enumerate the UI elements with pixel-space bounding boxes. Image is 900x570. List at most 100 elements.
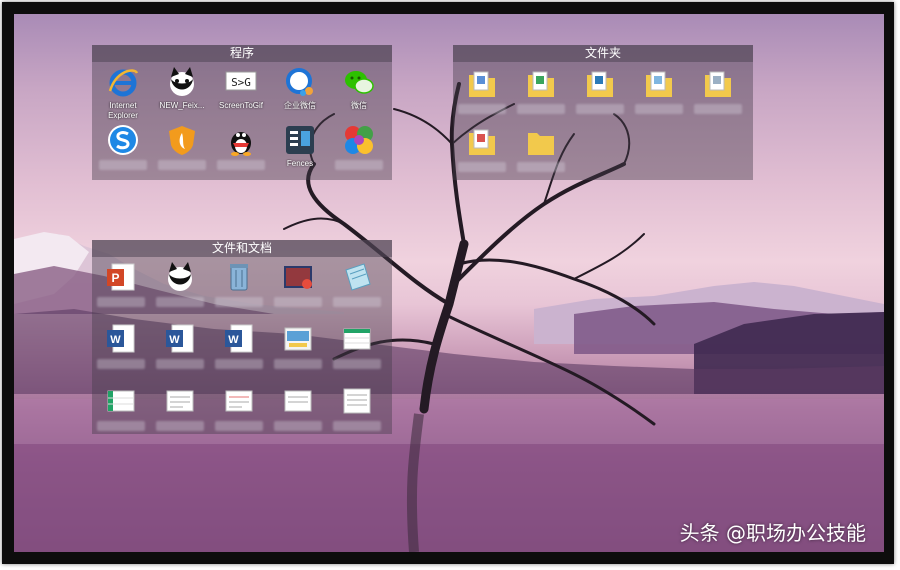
fences-shortcut[interactable]: Fences [271, 123, 329, 169]
blurred-label [156, 297, 204, 307]
screentogif-shortcut[interactable]: S>G ScreenToGif [212, 65, 270, 111]
spreadsheet-icon [343, 328, 371, 350]
blurred-label [576, 104, 624, 114]
svg-text:W: W [169, 334, 180, 346]
document-file[interactable] [210, 384, 268, 431]
folder-shortcut[interactable] [512, 125, 570, 172]
document-icon [225, 390, 253, 412]
folder-shortcut[interactable] [453, 67, 511, 114]
powerpoint-file[interactable]: P [92, 260, 150, 307]
recycle-bin[interactable] [210, 260, 268, 307]
internet-explorer-shortcut[interactable]: Internet Explorer [94, 65, 152, 121]
document-file[interactable] [151, 384, 209, 431]
svg-text:W: W [110, 334, 121, 346]
document-file[interactable] [328, 384, 386, 431]
blurred-label [517, 104, 565, 114]
fence-title[interactable]: 文件和文档 [92, 240, 392, 257]
qq-icon [231, 132, 251, 156]
icon-label: Fences [286, 159, 314, 168]
blurred-label [217, 160, 265, 170]
pinwheel-icon [345, 126, 373, 154]
notepad-file[interactable] [328, 260, 386, 307]
svg-text:P: P [111, 271, 119, 285]
blurred-label [215, 359, 263, 369]
spreadsheet-file[interactable] [92, 384, 150, 431]
blurred-label [694, 104, 742, 114]
ie-icon [108, 69, 139, 97]
fence-title[interactable]: 程序 [92, 45, 392, 62]
fence-folders[interactable]: 文件夹 [453, 45, 753, 180]
blurred-label [635, 104, 683, 114]
blurred-label [517, 162, 565, 172]
icon-label: NEW_Feix... [159, 101, 205, 110]
blurred-label [156, 359, 204, 369]
recycle-bin-icon [230, 264, 248, 291]
blurred-label [274, 359, 322, 369]
folder-icon [528, 71, 554, 97]
folder-icon [469, 71, 495, 97]
screentogif-icon: S>G [225, 71, 257, 91]
folder-shortcut[interactable] [512, 67, 570, 114]
icon-label: Internet Explorer [108, 101, 138, 120]
word-doc-icon: W [225, 324, 253, 353]
folder-shortcut[interactable] [630, 67, 688, 114]
word-document[interactable]: W [92, 322, 150, 369]
blurred-label [333, 297, 381, 307]
document-icon [284, 327, 312, 351]
fence-title[interactable]: 文件夹 [453, 45, 753, 62]
feixin-shortcut[interactable]: NEW_Feix... [153, 65, 211, 111]
sogou-icon [108, 125, 138, 155]
blurred-label [158, 160, 206, 170]
security-app-shortcut[interactable] [153, 123, 211, 170]
icon-label: 微信 [351, 101, 367, 110]
blurred-label [335, 160, 383, 170]
svg-text:W: W [228, 334, 239, 346]
blurred-label [156, 421, 204, 431]
fence-files-and-documents[interactable]: 文件和文档 P W W W [92, 240, 392, 434]
folder-shortcut[interactable] [689, 67, 747, 114]
word-doc-icon: W [107, 324, 135, 353]
word-document[interactable]: W [210, 322, 268, 369]
image-file[interactable] [269, 260, 327, 307]
sogou-shortcut[interactable] [94, 123, 152, 170]
cat-app-file[interactable] [151, 260, 209, 307]
blurred-label [215, 421, 263, 431]
qq-shortcut[interactable] [212, 123, 270, 170]
folder-shortcut[interactable] [571, 67, 629, 114]
document-file[interactable] [269, 384, 327, 431]
blurred-label [274, 421, 322, 431]
document-icon [284, 390, 312, 412]
shield-app-icon [169, 126, 195, 155]
pinwheel-app-shortcut[interactable] [330, 123, 388, 170]
folder-icon [528, 133, 554, 155]
blurred-label [99, 160, 147, 170]
word-document[interactable]: W [151, 322, 209, 369]
blurred-label [333, 421, 381, 431]
watermark: 头条 @职场办公技能 [679, 521, 866, 545]
document-file[interactable] [269, 322, 327, 369]
image-file-icon [284, 266, 312, 289]
spreadsheet-icon [107, 390, 135, 412]
fence-programs[interactable]: 程序 Internet Explorer NEW_Feix... S>G Scr… [92, 45, 392, 180]
wecom-icon [286, 68, 313, 96]
word-doc-icon: W [166, 324, 194, 353]
cat-app-icon [168, 262, 192, 291]
wechat-icon [345, 71, 374, 94]
powerpoint-icon: P [107, 263, 135, 291]
blurred-label [274, 297, 322, 307]
desktop[interactable]: 程序 Internet Explorer NEW_Feix... S>G Scr… [14, 14, 884, 552]
cat-app-icon [170, 67, 194, 96]
blurred-label [215, 297, 263, 307]
folder-shortcut[interactable] [453, 125, 511, 172]
wecom-shortcut[interactable]: 企业微信 [271, 65, 329, 111]
icon-label: 企业微信 [284, 101, 316, 110]
blurred-label [97, 421, 145, 431]
document-icon [166, 390, 194, 412]
document-icon [343, 388, 371, 414]
screenshot-frame: 程序 Internet Explorer NEW_Feix... S>G Scr… [2, 2, 894, 564]
notepad-icon [345, 263, 371, 291]
folder-icon [705, 71, 731, 97]
spreadsheet-file[interactable] [328, 322, 386, 369]
wechat-shortcut[interactable]: 微信 [330, 65, 388, 111]
blurred-label [458, 162, 506, 172]
